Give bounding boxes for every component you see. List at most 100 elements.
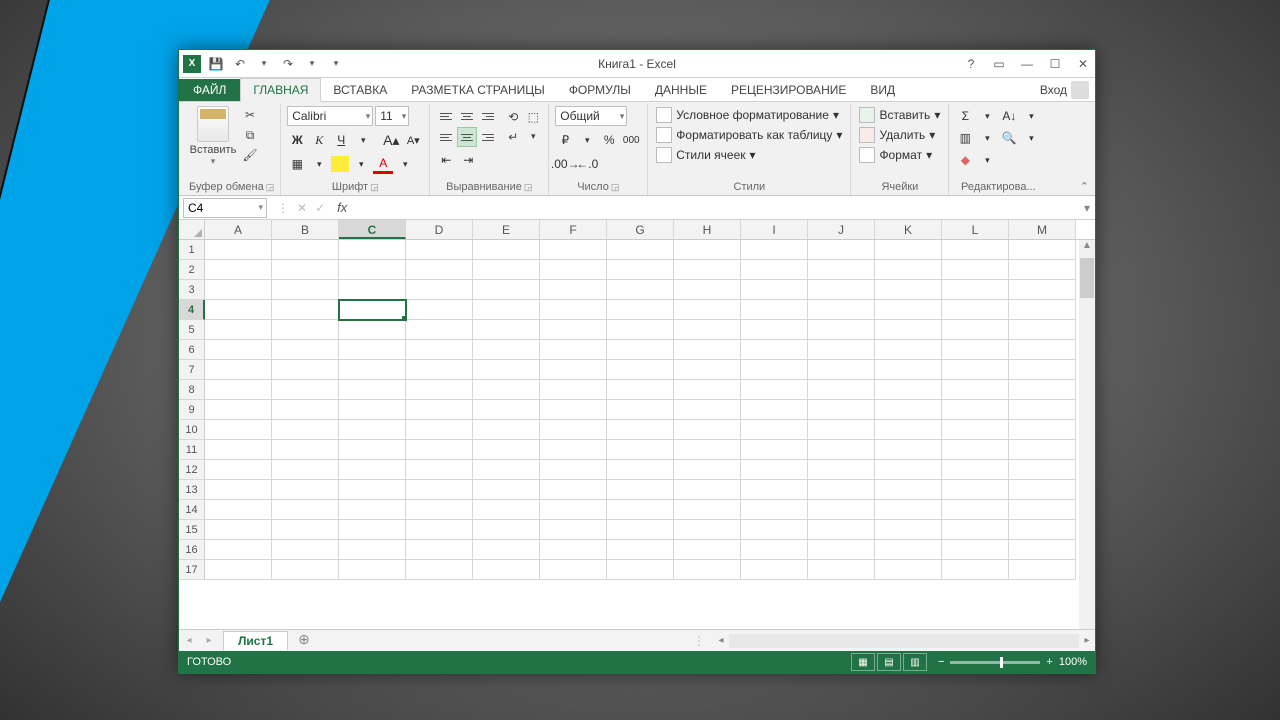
cell-E5[interactable] [473,320,540,340]
cell-B12[interactable] [272,460,339,480]
help-icon[interactable]: ? [963,57,979,71]
cell-J11[interactable] [808,440,875,460]
cell-E6[interactable] [473,340,540,360]
decrease-decimal-icon[interactable]: ←.0 [577,154,597,174]
comma-icon[interactable]: 000 [621,130,641,150]
cell-H1[interactable] [674,240,741,260]
cell-K9[interactable] [875,400,942,420]
cell-K15[interactable] [875,520,942,540]
cell-B13[interactable] [272,480,339,500]
cell-H16[interactable] [674,540,741,560]
cell-J12[interactable] [808,460,875,480]
cell-D10[interactable] [406,420,473,440]
vertical-scrollbar[interactable]: ▲ [1079,240,1095,629]
cell-C10[interactable] [339,420,406,440]
tab-file[interactable]: ФАЙЛ [179,79,240,101]
cell-L8[interactable] [942,380,1009,400]
cell-D4[interactable] [406,300,473,320]
cell-F4[interactable] [540,300,607,320]
cell-A4[interactable] [205,300,272,320]
column-header-G[interactable]: G [607,220,674,239]
cell-M11[interactable] [1009,440,1076,460]
cell-F16[interactable] [540,540,607,560]
vertical-scroll-thumb[interactable] [1080,258,1094,298]
row-header-12[interactable]: 12 [179,460,205,480]
column-header-F[interactable]: F [540,220,607,239]
select-all-corner[interactable] [179,220,205,239]
cell-L14[interactable] [942,500,1009,520]
align-top-icon[interactable] [436,106,456,126]
row-header-15[interactable]: 15 [179,520,205,540]
italic-button[interactable]: К [309,130,329,150]
row-header-5[interactable]: 5 [179,320,205,340]
cell-J6[interactable] [808,340,875,360]
tab-home[interactable]: ГЛАВНАЯ [240,78,321,102]
cell-M1[interactable] [1009,240,1076,260]
cell-J5[interactable] [808,320,875,340]
column-header-C[interactable]: C [339,220,406,239]
font-color-dropdown-icon[interactable]: ▾ [395,154,415,174]
cell-L7[interactable] [942,360,1009,380]
sheet-nav-next-icon[interactable]: ▸ [199,635,219,646]
cell-F12[interactable] [540,460,607,480]
tab-page-layout[interactable]: РАЗМЕТКА СТРАНИЦЫ [399,79,557,101]
column-header-A[interactable]: A [205,220,272,239]
column-header-B[interactable]: B [272,220,339,239]
cell-C1[interactable] [339,240,406,260]
cell-D3[interactable] [406,280,473,300]
cell-I3[interactable] [741,280,808,300]
cell-L16[interactable] [942,540,1009,560]
cell-A6[interactable] [205,340,272,360]
row-header-14[interactable]: 14 [179,500,205,520]
cell-G4[interactable] [607,300,674,320]
column-header-H[interactable]: H [674,220,741,239]
shrink-font-icon[interactable]: A▾ [403,130,423,150]
column-header-L[interactable]: L [942,220,1009,239]
cell-K11[interactable] [875,440,942,460]
cell-C15[interactable] [339,520,406,540]
font-size-combo[interactable]: 11 [375,106,409,126]
cell-I13[interactable] [741,480,808,500]
font-color-icon[interactable]: A [373,154,393,174]
cell-L9[interactable] [942,400,1009,420]
row-header-13[interactable]: 13 [179,480,205,500]
merge-icon[interactable]: ⬚ [524,108,542,126]
cell-E11[interactable] [473,440,540,460]
cell-J1[interactable] [808,240,875,260]
currency-dropdown-icon[interactable]: ▾ [577,130,597,150]
cell-B11[interactable] [272,440,339,460]
cell-G10[interactable] [607,420,674,440]
cell-I15[interactable] [741,520,808,540]
cell-J7[interactable] [808,360,875,380]
cell-D16[interactable] [406,540,473,560]
cell-A11[interactable] [205,440,272,460]
cell-L4[interactable] [942,300,1009,320]
copy-icon[interactable]: ⧉ [241,126,259,144]
cell-K13[interactable] [875,480,942,500]
cell-styles-button[interactable]: Стили ячеек▾ [654,146,757,164]
cell-C17[interactable] [339,560,406,580]
row-header-3[interactable]: 3 [179,280,205,300]
cell-A13[interactable] [205,480,272,500]
cell-A8[interactable] [205,380,272,400]
cell-M7[interactable] [1009,360,1076,380]
tab-view[interactable]: ВИД [858,79,907,101]
cell-E4[interactable] [473,300,540,320]
sheet-tab-1[interactable]: Лист1 [223,631,288,650]
fill-dropdown-icon[interactable]: ▾ [977,128,997,148]
cell-J9[interactable] [808,400,875,420]
cell-J16[interactable] [808,540,875,560]
cell-K12[interactable] [875,460,942,480]
cell-I17[interactable] [741,560,808,580]
cell-K8[interactable] [875,380,942,400]
cell-A1[interactable] [205,240,272,260]
cell-A10[interactable] [205,420,272,440]
align-middle-icon[interactable] [457,106,477,126]
cell-J2[interactable] [808,260,875,280]
cell-G16[interactable] [607,540,674,560]
cell-F17[interactable] [540,560,607,580]
cell-K14[interactable] [875,500,942,520]
cell-C4[interactable] [339,300,406,320]
cell-D11[interactable] [406,440,473,460]
column-header-J[interactable]: J [808,220,875,239]
